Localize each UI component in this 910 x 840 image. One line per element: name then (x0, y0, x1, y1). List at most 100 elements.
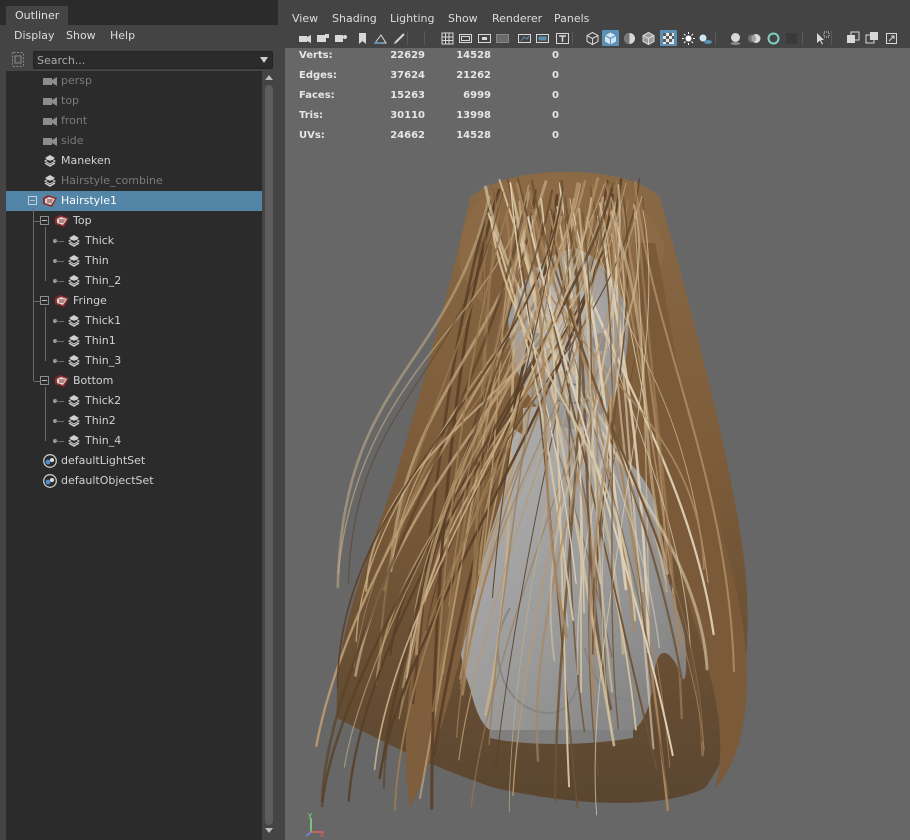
menu-show[interactable]: Show (66, 29, 96, 42)
tree-connector-line (34, 221, 40, 222)
toolbar-separator (424, 31, 425, 45)
collapse-toggle-icon[interactable] (40, 376, 49, 385)
2d-pan-zoom-icon[interactable] (372, 30, 389, 46)
chevron-down-icon[interactable] (260, 57, 268, 63)
tree-connector-line (56, 341, 64, 342)
film-gate-icon[interactable] (457, 30, 474, 46)
menu-lighting[interactable]: Lighting (390, 12, 434, 25)
tree-row-hairstyle-combine[interactable]: Hairstyle_combine (6, 171, 262, 191)
bookmark-camera-icon[interactable] (332, 30, 349, 46)
tree-row-hairstyle1[interactable]: Hairstyle1 (6, 191, 262, 211)
tree-row-label: Hairstyle_combine (61, 174, 163, 187)
default-material-icon[interactable] (621, 30, 638, 46)
tree-guide-line (45, 387, 46, 441)
tree-row-label: front (61, 114, 88, 127)
camera-icon (42, 94, 58, 108)
tree-row-front[interactable]: front (6, 111, 262, 131)
tree-row-label: Thick1 (85, 314, 122, 327)
hair-model-render (315, 171, 748, 816)
viewport-3d[interactable]: Verts: 22629 14528 0 Edges: 37624 21262 0 Faces:… (285, 48, 910, 840)
menu-renderer[interactable]: Renderer (492, 12, 542, 25)
toolbar-separator (831, 31, 832, 45)
outliner-tree: persp top front side Maneken Hairstyle_combin… (6, 71, 262, 840)
tree-row-label: Maneken (61, 154, 111, 167)
multisample-aa-icon[interactable] (765, 30, 782, 46)
axis-x-label: x (320, 831, 324, 838)
tree-connector-line (56, 401, 64, 402)
gate-mask-icon[interactable] (494, 30, 511, 46)
tree-row-label: Thin_3 (85, 354, 122, 367)
tree-row-persp[interactable]: persp (6, 71, 262, 91)
camera-icon[interactable] (296, 30, 313, 46)
tree-connector-line (56, 321, 64, 322)
search-row (0, 49, 278, 71)
search-input[interactable] (37, 53, 252, 68)
toolbar-separator (572, 31, 573, 45)
safe-action-icon[interactable] (534, 30, 551, 46)
safe-title-icon[interactable] (554, 30, 571, 46)
tree-row-label: top (61, 94, 80, 107)
filter-icon[interactable] (10, 51, 26, 68)
menu-panels[interactable]: Panels (554, 12, 589, 25)
collapse-toggle-icon[interactable] (28, 196, 37, 205)
tree-connector-line (56, 241, 64, 242)
mesh-icon (66, 354, 82, 368)
outliner-scrollbar[interactable] (262, 71, 276, 840)
tree-row-label: Thin_2 (85, 274, 122, 287)
tree-connector-line (56, 361, 64, 362)
wireframe-icon[interactable] (584, 30, 601, 46)
outliner-tab[interactable]: Outliner (6, 6, 69, 25)
tree-connector-line (56, 421, 64, 422)
isolate-select-icon[interactable] (814, 30, 831, 46)
camera-icon (42, 74, 58, 88)
tree-connector-line (56, 281, 64, 282)
lock-camera-icon[interactable] (314, 30, 331, 46)
use-all-lights-icon[interactable] (680, 30, 697, 46)
shadows-icon[interactable] (697, 30, 714, 46)
xray-active-icon[interactable] (863, 30, 880, 46)
menu-shading[interactable]: Shading (332, 12, 377, 25)
tree-guide-line (45, 307, 46, 361)
scroll-down-arrow-icon[interactable] (265, 828, 273, 833)
tree-row-top[interactable]: top (6, 91, 262, 111)
motion-blur-icon[interactable] (746, 30, 763, 46)
menu-view[interactable]: View (292, 12, 318, 25)
mesh-icon (66, 254, 82, 268)
wireframe-on-shaded-icon[interactable] (640, 30, 657, 46)
tree-row-label: Top (73, 214, 92, 227)
collapse-toggle-icon[interactable] (40, 216, 49, 225)
tree-row-label: side (61, 134, 84, 147)
xray-icon[interactable] (660, 30, 677, 46)
collapse-toggle-icon[interactable] (40, 296, 49, 305)
tree-row-defaultlightset[interactable]: defaultLightSet (6, 451, 262, 471)
tree-row-defaultobjectset[interactable]: defaultObjectSet (6, 471, 262, 491)
image-plane-icon[interactable] (354, 30, 371, 46)
menu-help[interactable]: Help (110, 29, 135, 42)
depth-of-field-icon[interactable] (783, 30, 800, 46)
search-box (33, 51, 273, 69)
menu-display[interactable]: Display (14, 29, 55, 42)
smooth-shade-icon[interactable] (602, 30, 619, 46)
toolbar-separator (715, 31, 716, 45)
group-icon (54, 294, 70, 308)
outliner-tab-bar: Outliner (0, 0, 278, 25)
scroll-up-arrow-icon[interactable] (265, 75, 273, 80)
tree-row-label: Bottom (73, 374, 114, 387)
grease-pencil-icon[interactable] (391, 30, 408, 46)
camera-icon (42, 134, 58, 148)
grid-icon[interactable] (439, 30, 456, 46)
camera-icon (42, 114, 58, 128)
scrollbar-thumb[interactable] (265, 85, 273, 825)
screen-space-ao-icon[interactable] (727, 30, 744, 46)
field-chart-icon[interactable] (516, 30, 533, 46)
toolbar-separator (802, 31, 803, 45)
tree-row-label: Thin_4 (85, 434, 122, 447)
resolution-gate-icon[interactable] (476, 30, 493, 46)
xray-joints-icon[interactable] (844, 30, 861, 46)
tree-row-maneken[interactable]: Maneken (6, 151, 262, 171)
tree-row-label: Thin2 (85, 414, 116, 427)
tree-row-label: Thick (85, 234, 115, 247)
tree-row-side[interactable]: side (6, 131, 262, 151)
hud-toggle-icon[interactable] (883, 30, 900, 46)
menu-show[interactable]: Show (448, 12, 478, 25)
